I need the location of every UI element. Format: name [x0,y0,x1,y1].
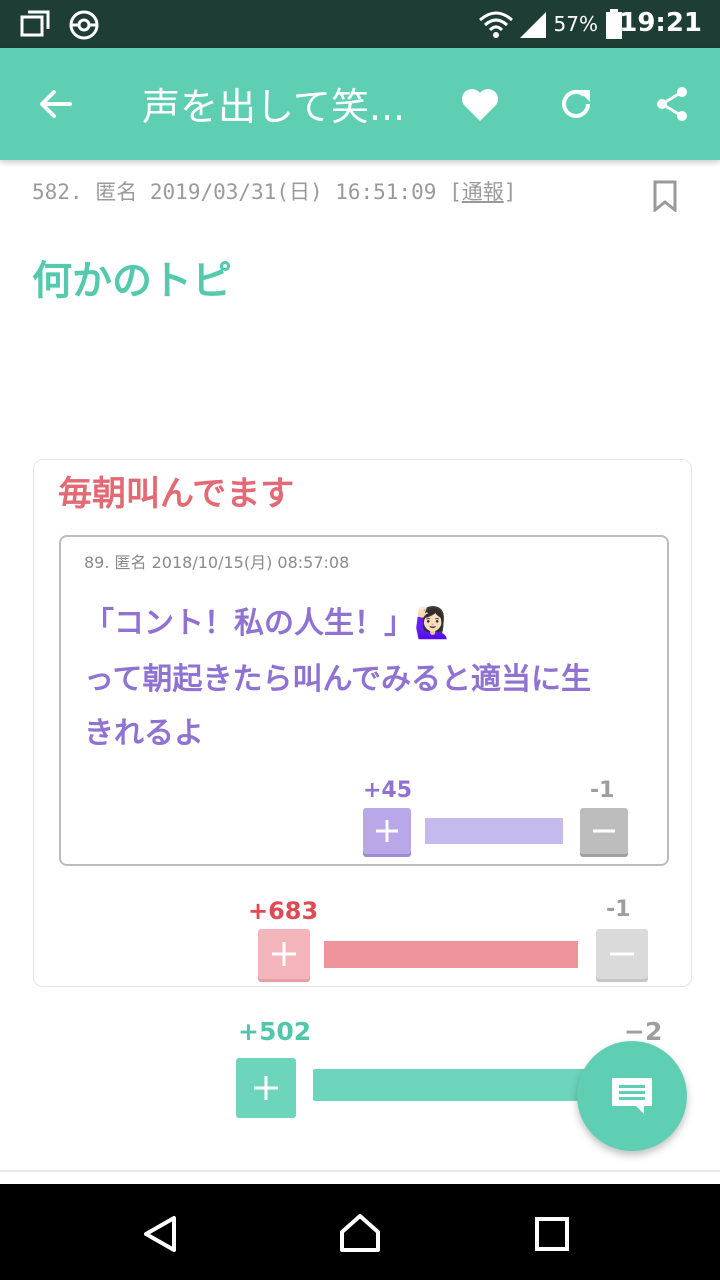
nav-recents-icon[interactable] [534,1216,570,1252]
refresh-icon [562,89,590,118]
comment-plus-button[interactable] [363,808,411,854]
comment-minus-button[interactable] [580,808,628,854]
post-vote-bar [313,1069,593,1101]
topic-title-link[interactable]: 何かのトピ [32,248,232,306]
quoted-comment-line: きれるよ [84,716,204,751]
divider [0,1170,720,1172]
quoted-comment-line: って朝起きたら叫んでみると適当に生 [84,662,591,697]
window-icon [20,10,50,37]
plus-icon [272,942,296,966]
post-number: 582. [32,180,83,204]
quoted-comment-line: 「コント！私の人生！」🙋🏻‍♀️ [84,606,452,641]
post-author: 匿名 [95,180,138,204]
favorite-button[interactable] [452,76,508,132]
topic-minus-count: -1 [606,897,631,922]
comment-fab-button[interactable] [577,1041,687,1151]
app-bar: 声を出して笑... [0,48,720,160]
comment-icon [612,1078,652,1114]
plus-icon [254,1076,278,1100]
report-bracket-close: ] [503,180,517,204]
comment-minus-count: -1 [590,778,615,803]
post-datetime: 2019/03/31(日) 16:51:09 [149,180,437,204]
quoted-comment-meta: 89. 匿名 2018/10/15(月) 08:57:08 [84,553,350,572]
back-button[interactable] [28,76,84,132]
pokeball-icon [69,10,99,40]
nav-home-icon[interactable] [338,1212,382,1254]
plus-icon [376,820,398,842]
clock: 19:21 [619,8,702,38]
share-icon [657,87,687,121]
topic-plus-count: +683 [248,897,319,925]
status-bar: 57% 19:21 [0,0,720,48]
system-nav-bar [0,1184,720,1280]
refresh-button[interactable] [548,76,604,132]
share-button[interactable] [644,76,700,132]
post-meta: 582. 匿名 2019/03/31(日) 16:51:09 [通報] [32,176,516,206]
report-link[interactable]: 通報 [462,180,504,204]
comment-plus-count: +45 [363,778,413,803]
heart-icon [462,89,498,121]
post-plus-button[interactable] [236,1058,296,1118]
bookmark-icon[interactable] [652,180,678,212]
topic-plus-button[interactable] [258,929,310,979]
comment-vote-bar [425,818,563,844]
topic-vote-bar [324,941,578,968]
quoted-topic-title[interactable]: 毎朝叫んでます [58,466,294,515]
wifi-icon [479,11,513,38]
minus-icon [610,952,634,956]
topic-minus-button[interactable] [596,929,648,979]
report-bracket-open: [ [449,180,462,204]
battery-percent: 57% [553,12,598,36]
back-arrow-icon [40,90,72,118]
nav-back-icon[interactable] [140,1214,180,1254]
post-plus-count: +502 [238,1017,312,1046]
minus-icon [593,829,615,833]
page-title: 声を出して笑... [142,85,406,129]
signal-icon [520,12,546,38]
